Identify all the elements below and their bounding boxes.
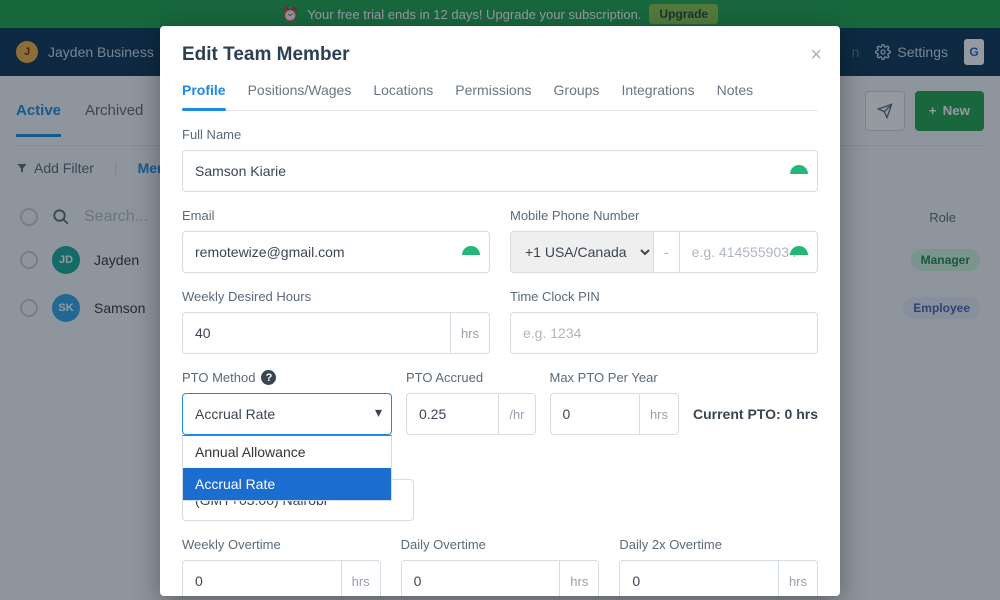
modal-tab-notes[interactable]: Notes: [717, 76, 754, 110]
modal-tab-integrations[interactable]: Integrations: [621, 76, 694, 110]
pin-input[interactable]: [510, 312, 818, 354]
weekly-hours-input[interactable]: [182, 312, 450, 354]
status-indicator-icon: [462, 246, 480, 258]
weekly-ot-label: Weekly Overtime: [182, 537, 381, 552]
modal-tab-locations[interactable]: Locations: [373, 76, 433, 110]
modal-overlay: Edit Team Member × Profile Positions/Wage…: [0, 0, 1000, 600]
mobile-label: Mobile Phone Number: [510, 208, 818, 223]
hrs-suffix: hrs: [450, 312, 490, 354]
full-name-label: Full Name: [182, 127, 818, 142]
help-icon[interactable]: ?: [261, 370, 276, 385]
modal-tab-profile[interactable]: Profile: [182, 76, 226, 110]
edit-team-member-modal: Edit Team Member × Profile Positions/Wage…: [160, 26, 840, 596]
pto-option-accrual[interactable]: Accrual Rate: [183, 468, 391, 500]
pto-accrued-input[interactable]: [406, 393, 498, 435]
email-label: Email: [182, 208, 490, 223]
pin-label: Time Clock PIN: [510, 289, 818, 304]
daily-ot-label: Daily Overtime: [401, 537, 600, 552]
pto-accrued-label: PTO Accrued: [406, 370, 536, 385]
status-indicator-icon: [790, 246, 808, 258]
modal-tab-positions-wages[interactable]: Positions/Wages: [248, 76, 352, 110]
pto-option-annual[interactable]: Annual Allowance: [183, 436, 391, 468]
modal-tab-groups[interactable]: Groups: [554, 76, 600, 110]
country-code-select[interactable]: +1 USA/Canada: [510, 231, 654, 273]
max-pto-input[interactable]: [550, 393, 639, 435]
weekly-hours-label: Weekly Desired Hours: [182, 289, 490, 304]
status-indicator-icon: [790, 165, 808, 177]
pto-method-label: PTO Method ?: [182, 370, 392, 385]
modal-title: Edit Team Member: [182, 44, 818, 66]
daily-2x-ot-label: Daily 2x Overtime: [619, 537, 818, 552]
pto-method-dropdown: Annual Allowance Accrual Rate: [182, 435, 392, 501]
pto-method-select[interactable]: Accrual Rate: [182, 393, 392, 435]
daily-ot-input[interactable]: [401, 560, 560, 596]
weekly-ot-input[interactable]: [182, 560, 341, 596]
email-input[interactable]: [182, 231, 490, 273]
modal-tab-permissions[interactable]: Permissions: [455, 76, 531, 110]
current-pto-text: Current PTO: 0 hrs: [693, 384, 818, 422]
phone-separator: -: [654, 231, 679, 273]
full-name-input[interactable]: [182, 150, 818, 192]
max-pto-label: Max PTO Per Year: [550, 370, 680, 385]
daily-2x-ot-input[interactable]: [619, 560, 778, 596]
close-icon[interactable]: ×: [810, 44, 822, 67]
